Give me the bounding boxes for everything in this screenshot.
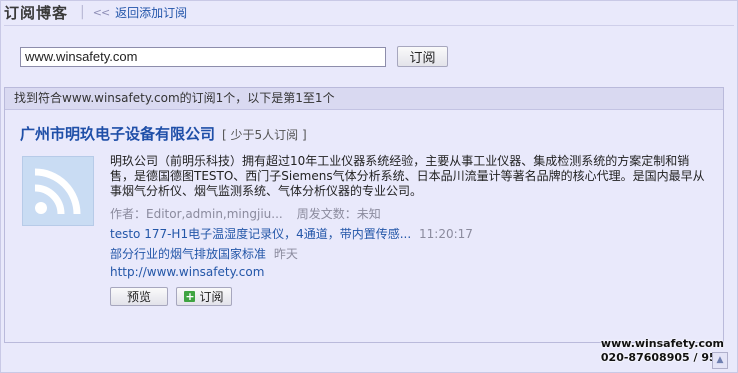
page-header: 订阅博客 | << 返回添加订阅 <box>4 0 734 24</box>
result-actions: 预览 + 订阅 <box>110 287 232 306</box>
watermark-url: www.winsafety.com <box>600 337 724 350</box>
recent-post-item: 部分行业的烟气排放国家标准 昨天 <box>110 245 298 262</box>
search-row: 订阅 <box>20 46 448 67</box>
subscribe-button[interactable]: + 订阅 <box>176 287 232 306</box>
feed-url-input[interactable] <box>20 46 386 67</box>
preview-button-label: 预览 <box>126 290 151 304</box>
header-divider <box>4 25 734 26</box>
watermark-phone: 020-87608905 / 95 <box>600 351 717 364</box>
blog-meta: 作者：Editor,admin,mingjiu... 周发文数：未知 <box>110 205 381 222</box>
blog-url-link[interactable]: http://www.winsafety.com <box>110 265 264 279</box>
subscribe-url-button[interactable]: 订阅 <box>397 46 448 67</box>
page-title: 订阅博客 <box>4 3 69 22</box>
plus-icon: + <box>184 290 196 303</box>
double-chevron-left-icon: << <box>92 5 110 19</box>
watermark: www.winsafety.com 020-87608905 / 95 <box>601 337 724 365</box>
recent-post-time: 11:20:17 <box>419 227 473 241</box>
result-blog-name[interactable]: 广州市明玖电子设备有限公司 <box>20 123 215 144</box>
result-title-line: 广州市明玖电子设备有限公司 [ 少于5人订阅 ] <box>20 123 307 144</box>
blog-authors: 作者：Editor,admin,mingjiu... <box>110 207 283 221</box>
results-summary: 找到符合www.winsafety.com的订阅1个，以下是第1至1个 <box>5 88 723 110</box>
subscriber-count: [ 少于5人订阅 ] <box>222 128 307 142</box>
recent-post-item: testo 177-H1电子温湿度记录仪，4通道，带内置传感... 11:20:… <box>110 225 473 242</box>
rss-feed-icon <box>22 156 94 226</box>
recent-post-time: 昨天 <box>273 247 298 261</box>
back-to-add-subscription-link[interactable]: << 返回添加订阅 <box>93 4 187 21</box>
subscribe-button-label: 订阅 <box>199 290 224 304</box>
up-arrow-icon[interactable]: ▲ <box>712 352 728 369</box>
rss-glyph <box>34 168 81 215</box>
header-separator: | <box>80 4 85 20</box>
back-link-label: 返回添加订阅 <box>115 5 188 20</box>
preview-button[interactable]: 预览 <box>110 287 168 306</box>
recent-post-link[interactable]: 部分行业的烟气排放国家标准 <box>110 247 266 261</box>
blog-description: 明玖公司（前明乐科技）拥有超过10年工业仪器系统经验，主要从事工业仪器、集成检测… <box>110 154 705 198</box>
recent-post-link[interactable]: testo 177-H1电子温湿度记录仪，4通道，带内置传感... <box>110 227 411 241</box>
blog-post-frequency: 周发文数：未知 <box>296 207 381 221</box>
results-panel: 找到符合www.winsafety.com的订阅1个，以下是第1至1个 广州市明… <box>4 87 724 343</box>
